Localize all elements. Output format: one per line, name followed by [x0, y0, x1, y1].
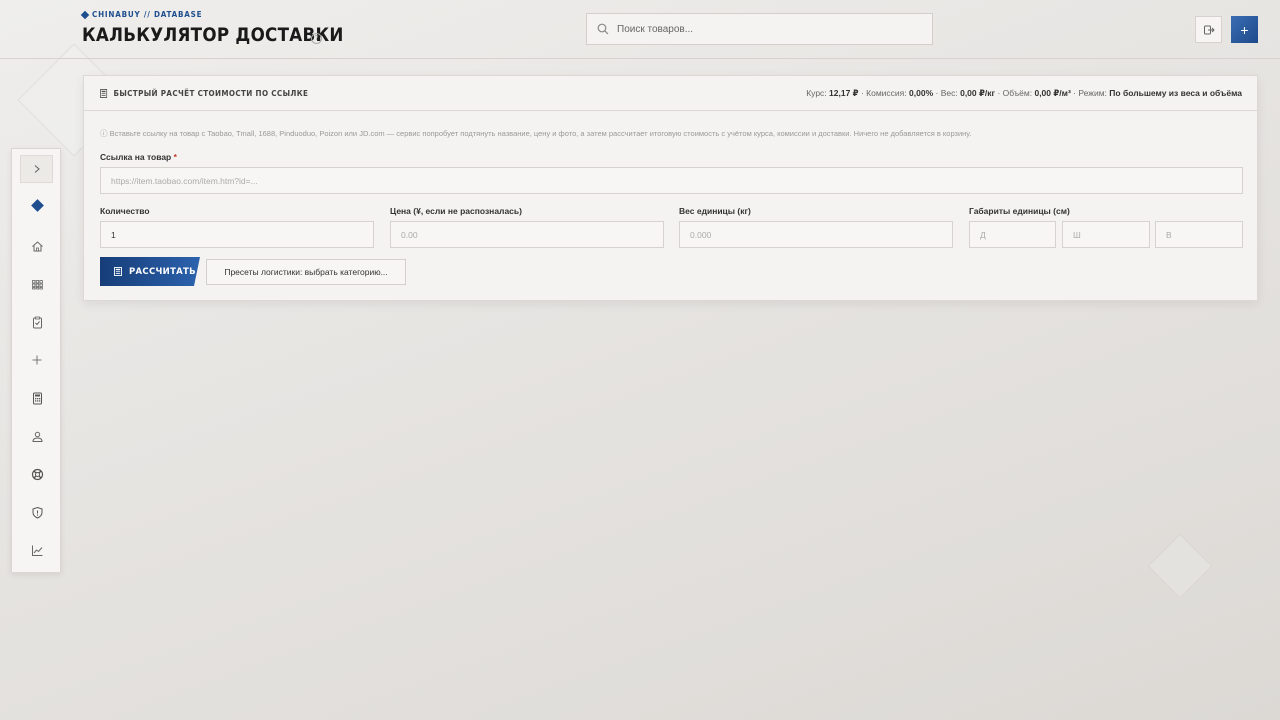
volume-rate-label: · Объём:	[997, 87, 1033, 98]
calculator-icon	[114, 267, 122, 276]
quantity-label: Количество	[100, 206, 150, 216]
search-bar[interactable]	[586, 13, 933, 45]
card-header: БЫСТРЫЙ РАСЧЁТ СТОИМОСТИ ПО ССЫЛКЕ Курс:…	[84, 76, 1257, 111]
home-icon	[31, 240, 43, 251]
link-label: Ссылка на товар *	[100, 152, 177, 162]
weight-input[interactable]	[679, 221, 953, 248]
sidebar-item-analytics[interactable]	[24, 538, 50, 562]
mode-value: По большему из веса и объёма	[1109, 87, 1242, 98]
brand: CHINABUY // DATABASE	[80, 10, 203, 19]
diamond-icon	[80, 10, 90, 19]
grid-icon	[31, 279, 43, 289]
weight-rate-label: · Вес:	[935, 87, 958, 98]
length-input[interactable]	[969, 221, 1056, 248]
weight-rate-value: 0,00 ₽/кг	[960, 87, 996, 98]
sidebar-item-profile[interactable]	[24, 424, 50, 448]
user-icon	[31, 431, 43, 442]
logout-button[interactable]	[1195, 16, 1222, 43]
quantity-input[interactable]	[100, 221, 374, 248]
sidebar-item-security[interactable]	[24, 500, 50, 524]
search-input[interactable]	[617, 23, 917, 35]
width-input[interactable]	[1062, 221, 1150, 248]
price-input[interactable]	[390, 221, 664, 248]
page-title: КАЛЬКУЛЯТОР ДОСТАВКИ	[82, 24, 344, 46]
plus-icon	[32, 355, 42, 365]
sidebar-item-logo[interactable]	[24, 193, 50, 217]
volume-rate-value: 0,00 ₽/м³	[1034, 87, 1071, 98]
sidebar-toggle-button[interactable]	[20, 155, 53, 183]
clipboard-check-icon	[32, 316, 42, 328]
sidebar-item-add[interactable]	[24, 348, 50, 372]
calculator-icon	[32, 392, 42, 404]
required-marker: *	[173, 152, 177, 162]
diamond-icon	[30, 198, 44, 212]
quick-calc-card: БЫСТРЫЙ РАСЧЁТ СТОИМОСТИ ПО ССЫЛКЕ Курс:…	[83, 75, 1258, 301]
calculate-button[interactable]: РАССЧИТАТЬ	[100, 257, 200, 286]
product-link-input[interactable]	[100, 167, 1243, 194]
help-icon[interactable]: ?	[311, 33, 322, 44]
dimensions-label: Габариты единицы (см)	[969, 206, 1070, 216]
rate-summary: Курс: 12,17 ₽ · Комиссия: 0,00% · Вес: 0…	[806, 88, 1242, 99]
shield-icon	[32, 506, 42, 519]
logout-icon	[1203, 25, 1215, 34]
plus-icon: +	[1240, 21, 1249, 38]
calculator-icon	[100, 88, 108, 98]
weight-label: Вес единицы (кг)	[679, 206, 751, 216]
sidebar-item-catalog[interactable]	[24, 272, 50, 296]
search-icon	[597, 23, 609, 35]
top-header: CHINABUY // DATABASE КАЛЬКУЛЯТОР ДОСТАВК…	[0, 0, 1280, 59]
sidebar-item-orders[interactable]	[24, 310, 50, 334]
rate-label: Курс:	[806, 87, 827, 98]
sidebar	[11, 148, 61, 573]
price-label: Цена (¥, если не распозналась)	[390, 206, 522, 216]
card-title-label: БЫСТРЫЙ РАСЧЁТ СТОИМОСТИ ПО ССЫЛКЕ	[113, 88, 309, 98]
sidebar-item-calculator[interactable]	[24, 386, 50, 410]
info-hint: ⓘ Вставьте ссылку на товар с Taobao, Tma…	[100, 129, 972, 138]
commission-label: · Комиссия:	[860, 87, 907, 98]
mode-label: · Режим:	[1073, 87, 1107, 98]
background-diamond	[1147, 533, 1213, 599]
card-title: БЫСТРЫЙ РАСЧЁТ СТОИМОСТИ ПО ССЫЛКЕ	[100, 89, 308, 98]
add-button[interactable]: +	[1231, 16, 1258, 43]
logistics-presets-button[interactable]: Пресеты логистики: выбрать категорию...	[206, 259, 406, 285]
link-label-text: Ссылка на товар	[100, 152, 172, 162]
brand-label: CHINABUY // DATABASE	[92, 10, 203, 19]
sidebar-item-home[interactable]	[24, 234, 50, 258]
chevron-right-icon	[34, 165, 40, 173]
sidebar-item-support[interactable]	[24, 462, 50, 486]
calculate-button-label: РАССЧИТАТЬ	[129, 266, 196, 277]
height-input[interactable]	[1155, 221, 1243, 248]
lifebuoy-icon	[31, 468, 43, 480]
rate-value: 12,17 ₽	[829, 87, 859, 98]
commission-value: 0,00%	[909, 87, 934, 98]
chart-line-icon	[31, 545, 42, 556]
